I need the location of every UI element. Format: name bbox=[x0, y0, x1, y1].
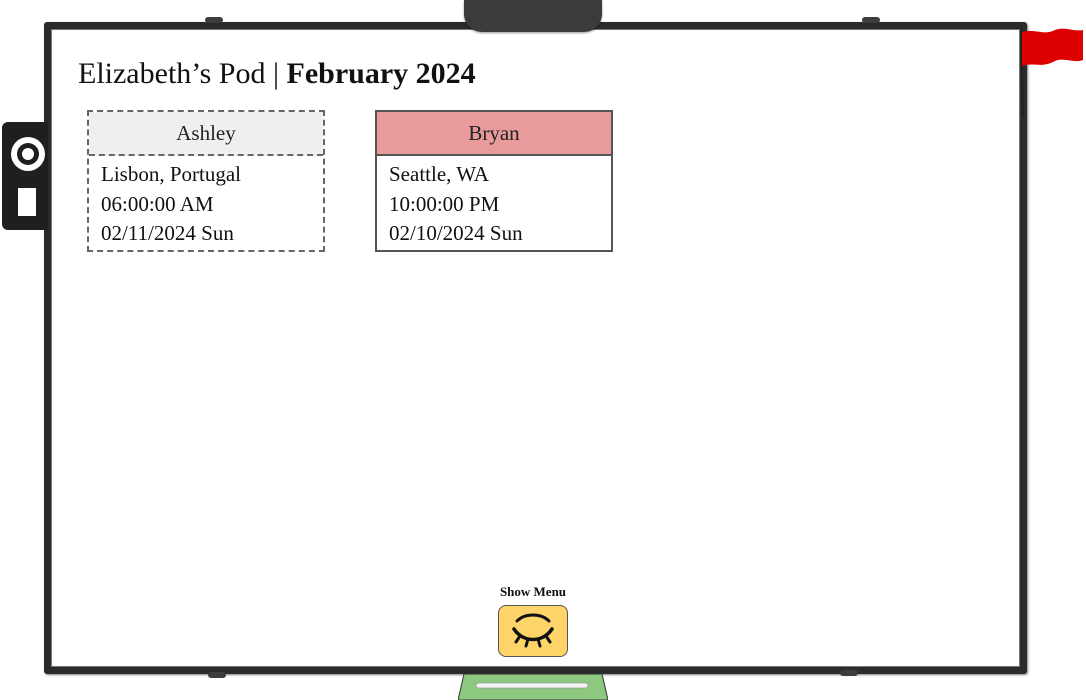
member-time: 06:00:00 AM bbox=[101, 191, 214, 216]
show-menu-label: Show Menu bbox=[499, 584, 567, 599]
side-control-panel bbox=[2, 122, 48, 230]
page-title: Elizabeth’s Pod | February 2024 bbox=[78, 57, 476, 91]
member-card-bryan[interactable]: Bryan Seattle, WA 10:00:00 PM 02/10/2024… bbox=[375, 110, 613, 252]
marker-tray bbox=[458, 674, 608, 700]
show-menu-button[interactable] bbox=[498, 605, 568, 657]
panel-toggle-icon[interactable] bbox=[18, 188, 36, 216]
mount-bracket bbox=[840, 670, 858, 676]
member-card-ashley[interactable]: Ashley Lisbon, Portugal 06:00:00 AM 02/1… bbox=[87, 110, 325, 252]
target-icon[interactable] bbox=[11, 137, 45, 171]
closed-eye-icon bbox=[512, 613, 554, 648]
webcam bbox=[464, 0, 602, 32]
red-flag-icon bbox=[1020, 27, 1083, 117]
marker-pen-icon[interactable] bbox=[475, 682, 589, 689]
member-name: Bryan bbox=[377, 112, 611, 156]
member-location: Seattle, WA bbox=[389, 162, 489, 186]
month-label: February 2024 bbox=[286, 57, 476, 90]
title-separator: | bbox=[265, 57, 287, 90]
mount-bracket bbox=[208, 672, 226, 678]
mount-bracket bbox=[862, 17, 880, 23]
pod-name: Elizabeth’s Pod bbox=[78, 57, 266, 90]
member-date: 02/10/2024 Sun bbox=[389, 221, 523, 245]
member-date: 02/11/2024 Sun bbox=[101, 221, 234, 245]
member-name: Ashley bbox=[89, 112, 323, 156]
member-time: 10:00:00 PM bbox=[389, 191, 500, 216]
member-location: Lisbon, Portugal bbox=[101, 162, 241, 186]
mount-bracket bbox=[205, 17, 223, 23]
